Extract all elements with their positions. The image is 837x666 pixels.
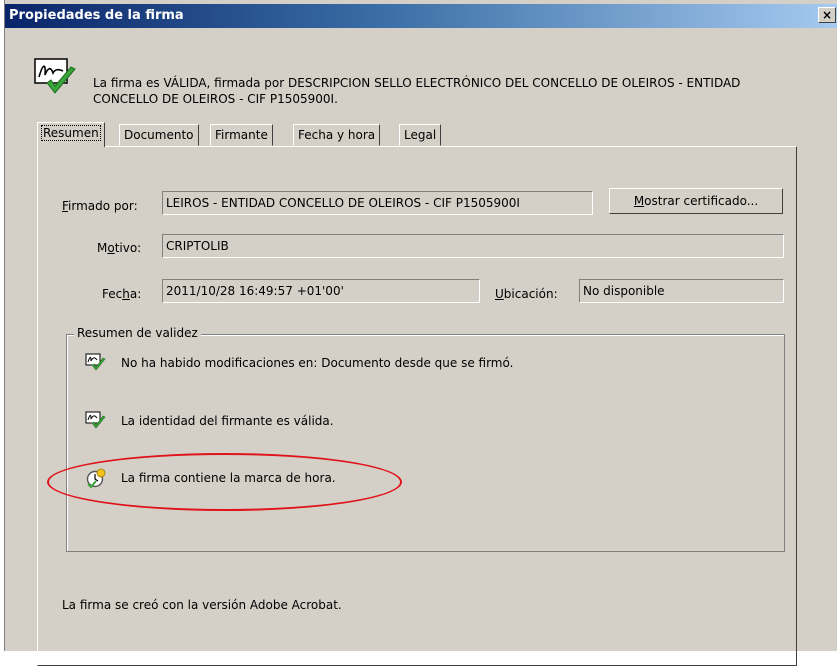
check-doc-icon — [85, 353, 106, 371]
validity-summary-title: Resumen de validez — [74, 326, 201, 340]
tab-documento[interactable]: Documento — [119, 124, 199, 146]
date-label: Fecha: — [102, 287, 142, 301]
title-bar[interactable]: Propiedades de la firma × — [5, 4, 837, 28]
reason-label: Motivo: — [97, 241, 142, 255]
tab-fecha-y-hora[interactable]: Fecha y hora — [293, 124, 381, 146]
reason-field[interactable]: CRIPTOLIB — [162, 234, 784, 258]
tab-legal[interactable]: Legal — [399, 124, 442, 146]
tab-resumen[interactable]: Resumen — [37, 122, 105, 147]
close-icon: × — [821, 8, 833, 22]
date-field[interactable]: 2011/10/28 16:49:57 +01'00' — [162, 279, 480, 303]
show-certificate-button[interactable]: Mostrar certificado... — [609, 188, 783, 214]
close-button[interactable]: × — [818, 7, 836, 23]
location-label: Ubicación: — [495, 287, 558, 301]
signature-properties-dialog: Propiedades de la firma × La firma es VÁ… — [4, 0, 837, 666]
signature-status-message: La firma es VÁLIDA, firmada por DESCRIPC… — [93, 76, 741, 106]
acrobat-version-note: La firma se creó con la versión Adobe Ac… — [62, 598, 342, 612]
check-doc-icon — [85, 411, 106, 429]
location-field[interactable]: No disponible — [579, 279, 784, 303]
signed-by-label: Firmado por: — [62, 199, 138, 213]
validity-item-no-changes: No ha habido modificaciones en: Document… — [121, 356, 514, 370]
signed-by-field[interactable]: LEIROS - ENTIDAD CONCELLO DE OLEIROS - C… — [162, 191, 593, 215]
window-title: Propiedades de la firma — [9, 8, 184, 23]
validity-item-identity-valid: La identidad del firmante es válida. — [121, 414, 334, 428]
signature-valid-icon — [34, 58, 76, 94]
tab-firmante[interactable]: Firmante — [210, 124, 273, 146]
highlight-ellipse — [47, 453, 402, 511]
